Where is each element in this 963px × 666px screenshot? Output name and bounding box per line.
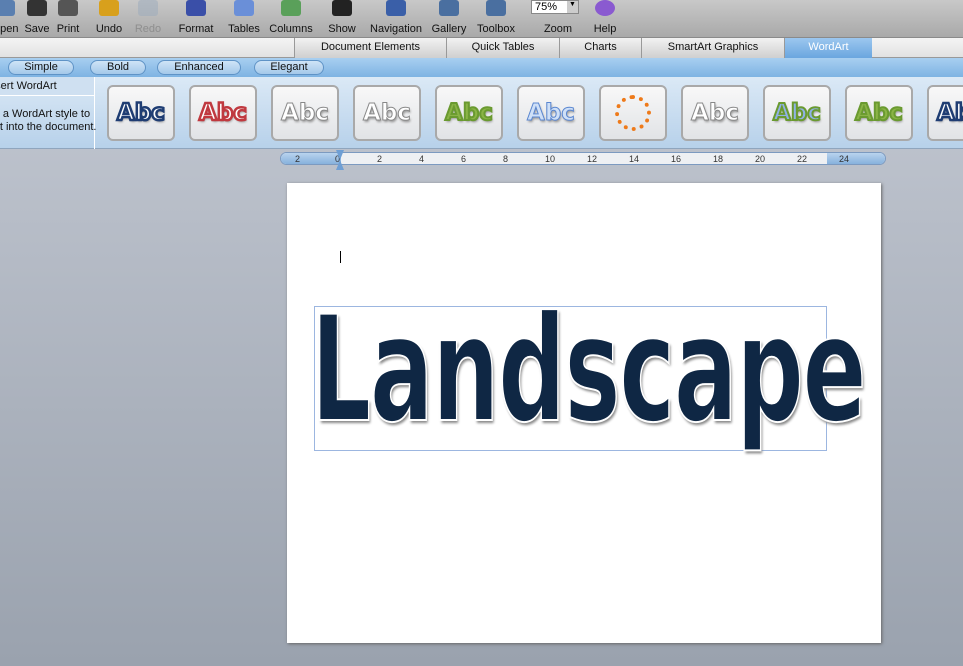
wordart-style-thumbnail[interactable]: Abcdefghijklmnop — [599, 85, 667, 141]
document-page[interactable]: Landscape — [287, 183, 881, 643]
wordart-style-thumbnail[interactable]: Abc — [517, 85, 585, 141]
table-icon — [234, 0, 254, 16]
style-group-simple[interactable]: Simple — [8, 60, 74, 75]
thumbnail-text: Abc — [444, 99, 494, 127]
toolbar-redo-button: Redo — [123, 0, 173, 38]
gallery-description: Click a WordArt style to insert into the… — [0, 96, 97, 134]
wordart-style-thumbnail[interactable]: Abc — [763, 85, 831, 141]
ruler-label: 18 — [713, 154, 724, 164]
thumbnail-text: Abc — [854, 99, 904, 127]
ruler-label: 10 — [545, 154, 556, 164]
horizontal-ruler[interactable]: 2 0 2 4 6 8 10 12 14 16 18 20 22 24 — [280, 152, 886, 165]
undo-icon — [99, 0, 119, 16]
ruler-label: 24 — [839, 154, 850, 164]
toolbar-label: Gallery — [431, 23, 467, 35]
help-icon — [595, 0, 615, 16]
style-group-enhanced[interactable]: Enhanced — [157, 60, 241, 75]
toolbar-label: Tables — [228, 23, 260, 35]
redo-icon — [138, 0, 158, 16]
toolbar-help-button[interactable]: Help — [580, 0, 630, 38]
toolbar-columns-button[interactable]: Columns — [266, 0, 316, 38]
pilcrow-icon — [332, 0, 352, 16]
wordart-object[interactable]: Landscape — [310, 284, 867, 456]
wordart-style-thumbnail[interactable]: Abc — [353, 85, 421, 141]
wordart-style-thumbnail[interactable]: Abc — [927, 85, 963, 141]
thumbnail-text: Abc — [691, 100, 740, 127]
ribbon-tabs: Document Elements Quick Tables Charts Smart… — [0, 38, 963, 58]
zoom-select[interactable]: 75% ▼ — [531, 0, 579, 14]
ruler-label: 6 — [461, 154, 467, 164]
toolbar-label: Undo — [95, 23, 123, 35]
gallery-title: Insert WordArt — [0, 77, 94, 96]
gallery-info: Insert WordArt Click a WordArt style to … — [0, 77, 97, 149]
toolbar-label: Navigation — [370, 23, 422, 35]
left-margin — [281, 153, 341, 164]
thumbnail-text: Abc — [527, 100, 576, 127]
ruler-label: 2 — [377, 154, 383, 164]
ruler-label: 8 — [503, 154, 509, 164]
toolbar-toolbox-button[interactable]: Toolbox — [471, 0, 521, 38]
toolbar-label: Toolbox — [477, 23, 515, 35]
ruler-label: 22 — [797, 154, 808, 164]
thumbnail-text: Abc — [116, 99, 166, 128]
wordart-style-thumbnail[interactable]: Abc — [271, 85, 339, 141]
wordart-style-groups: Simple Bold Enhanced Elegant — [0, 58, 963, 77]
tab-quick-tables[interactable]: Quick Tables — [446, 38, 559, 58]
toolbar-navigation-button[interactable]: Navigation — [370, 0, 422, 38]
thumbnail-text: Abcdefghijklmnop — [615, 95, 651, 131]
gallery-icon — [439, 0, 459, 16]
wordart-text[interactable]: Landscape — [310, 284, 867, 456]
toolbar-show-button[interactable]: Show — [317, 0, 367, 38]
wordart-style-thumbnail[interactable]: Abc — [681, 85, 749, 141]
style-group-elegant[interactable]: Elegant — [254, 60, 324, 75]
description-line: insert into the document. — [0, 121, 97, 133]
text-cursor — [340, 251, 341, 263]
right-margin — [827, 153, 885, 164]
wordart-style-thumbnail[interactable]: Abc — [435, 85, 503, 141]
thumbnail-text: Abc — [281, 100, 330, 127]
ruler-label: 20 — [755, 154, 766, 164]
wordart-style-thumbnail[interactable]: Abc — [845, 85, 913, 141]
thumbnail-text: Abc — [198, 99, 248, 128]
wordart-gallery: Insert WordArt Click a WordArt style to … — [0, 77, 963, 149]
wordart-style-thumbnail[interactable]: Abc — [189, 85, 257, 141]
ruler-label: 14 — [629, 154, 640, 164]
toolbar-label: Help — [593, 23, 617, 35]
tab-document-elements[interactable]: Document Elements — [294, 38, 446, 58]
tab-smartart-graphics[interactable]: SmartArt Graphics — [641, 38, 784, 58]
tab-charts[interactable]: Charts — [559, 38, 641, 58]
format-brush-icon — [186, 0, 206, 16]
description-line: Click a WordArt style to — [0, 108, 91, 120]
ruler-label: 12 — [587, 154, 598, 164]
toolbar-label: Show — [328, 23, 356, 35]
style-group-bold[interactable]: Bold — [90, 60, 146, 75]
thumbnail-text: Abc — [363, 100, 412, 127]
toolbar-label: Redo — [134, 23, 162, 35]
toolbar-tables-button[interactable]: Tables — [219, 0, 269, 38]
toolbar-label: Zoom — [543, 23, 573, 35]
ruler-label: 2 — [295, 154, 301, 164]
toolbar-label: Format — [178, 23, 214, 35]
toolbar-format-button[interactable]: Format — [171, 0, 221, 38]
chevron-down-icon[interactable]: ▼ — [567, 1, 578, 13]
thumbnail-text: Abc — [936, 99, 963, 128]
ruler-label: 4 — [419, 154, 425, 164]
columns-icon — [281, 0, 301, 16]
toolbar-label: Print — [56, 23, 80, 35]
toolbar: OpenSavePrintUndoRedoFormatTablesColumns… — [0, 0, 963, 38]
toolbox-icon — [486, 0, 506, 16]
thumbnail-text: Abc — [772, 99, 822, 127]
ruler-label: 16 — [671, 154, 682, 164]
print-icon — [58, 0, 78, 16]
tab-wordart[interactable]: WordArt — [784, 38, 872, 58]
toolbar-label: Columns — [269, 23, 313, 35]
zoom-value: 75% — [535, 1, 558, 13]
navigation-icon — [386, 0, 406, 16]
toolbar-gallery-button[interactable]: Gallery — [424, 0, 474, 38]
wordart-style-thumbnail[interactable]: Abc — [107, 85, 175, 141]
